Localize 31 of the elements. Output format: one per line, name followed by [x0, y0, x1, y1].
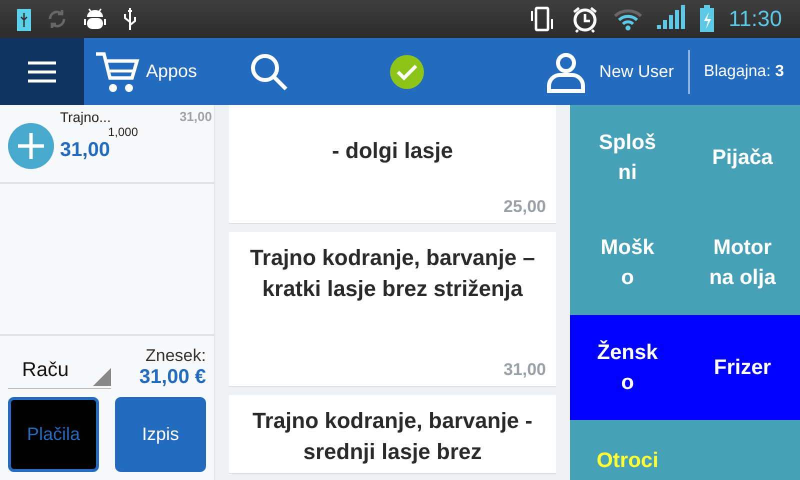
charging-battery-icon: [698, 5, 715, 33]
action-button[interactable]: Plačila: [8, 397, 99, 472]
menu-icon: [26, 60, 58, 84]
item-total: 31,00: [60, 139, 112, 162]
wifi-icon: [612, 7, 643, 31]
item-price: 31,00: [179, 109, 212, 125]
amount-value: 31,00 €: [139, 366, 206, 389]
amount-label: Znesek:: [146, 346, 206, 366]
menu-button[interactable]: [0, 38, 84, 105]
add-icon[interactable]: [8, 123, 54, 169]
alarm-clock-icon: [570, 5, 599, 33]
category-button[interactable]: Žensko: [570, 315, 685, 420]
document-type-dropdown[interactable]: Raču: [8, 353, 111, 389]
user-icon: [545, 50, 588, 92]
product-card[interactable]: Trajno kodranje, barvanje - srednji lasje brez: [229, 395, 556, 474]
user-name: New User: [599, 62, 674, 82]
item-name: Trajno...: [60, 109, 111, 125]
product-card[interactable]: - dolgi lasje 25,00: [229, 105, 556, 224]
item-quantity: 1,000: [108, 125, 138, 139]
sync-icon: [46, 8, 68, 30]
usb-icon: [122, 6, 138, 32]
clock-time: 11:30: [728, 6, 782, 32]
action-button[interactable]: Izpis: [115, 397, 206, 472]
search-button[interactable]: [249, 52, 290, 92]
product-card[interactable]: Trajno kodranje, barvanje – kratki lasje brez striženja 31,00: [229, 232, 556, 387]
debug-bug-icon: [82, 6, 108, 32]
app-name: Appos: [146, 61, 198, 82]
category-button[interactable]: Frizer: [685, 315, 800, 420]
usb-battery-icon: [16, 7, 32, 31]
register-label: Blagajna: 3: [704, 62, 784, 80]
dropdown-arrow-icon: [93, 368, 111, 386]
